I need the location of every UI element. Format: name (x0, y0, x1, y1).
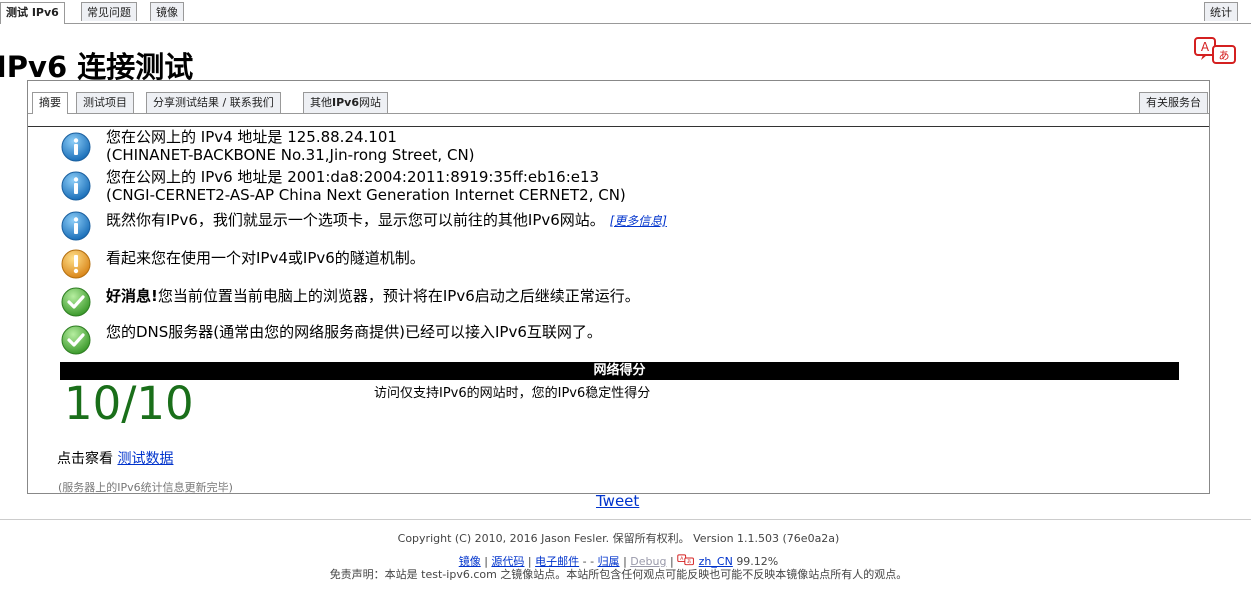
other-sites-message: 既然你有IPv6，我们就显示一个选项卡，显示您可以前往的其他IPv6网站。 (106, 211, 605, 229)
ipv6-address-text: 您在公网上的 IPv6 地址是 2001:da8:2004:2011:8919:… (106, 168, 600, 186)
tab-other-suffix: 网站 (358, 96, 381, 109)
result-other-sites: 既然你有IPv6，我们就显示一个选项卡，显示您可以前往的其他IPv6网站。 [更… (28, 211, 1209, 251)
tab-summary[interactable]: 摘要 (32, 92, 68, 114)
tunnel-text: 看起来您在使用一个对IPv4或IPv6的隧道机制。 (106, 249, 425, 267)
tab-test-ipv6[interactable]: 测试 IPv6 (0, 2, 65, 24)
tweet-link[interactable]: Tweet (596, 492, 639, 510)
good-news-text: 好消息!您当前位置当前电脑上的浏览器，预计将在IPv6启动之后继续正常运行。 (106, 287, 640, 305)
tab-share-results[interactable]: 分享测试结果 / 联系我们 (146, 92, 281, 113)
tab-other-ipv6-sites[interactable]: 其他IPv6网站 (303, 92, 388, 113)
good-news-label: 好消息! (106, 287, 158, 305)
tab-mirrors[interactable]: 镜像 (150, 2, 184, 21)
info-icon (61, 132, 91, 162)
good-news-message: 您当前位置当前电脑上的浏览器，预计将在IPv6启动之后继续正常运行。 (157, 287, 640, 305)
tab-stats[interactable]: 统计 (1204, 2, 1238, 21)
translate-icon[interactable]: A あ (677, 553, 695, 567)
inner-tab-divider (28, 113, 1209, 114)
svg-text:あ: あ (687, 559, 691, 565)
svg-text:A: A (1201, 40, 1210, 54)
ipv4-address-text: 您在公网上的 IPv4 地址是 125.88.24.101 (106, 128, 397, 146)
footer-divider (0, 519, 1251, 520)
score-description: 访问仅支持IPv6的网站时，您的IPv6稳定性得分 (374, 386, 651, 401)
translate-icon[interactable]: A あ (1193, 36, 1239, 66)
tab-help-desk[interactable]: 有关服务台 (1139, 92, 1208, 113)
ipv4-isp-text: (CHINANET-BACKBONE No.31,Jin-rong Street… (106, 146, 475, 164)
test-data-link[interactable]: 测试数据 (117, 451, 173, 467)
dns-text: 您的DNS服务器(通常由您的网络服务商提供)已经可以接入IPv6互联网了。 (106, 323, 602, 341)
info-icon (61, 171, 91, 201)
check-icon (61, 325, 91, 355)
more-info-link[interactable]: [更多信息] (610, 214, 667, 228)
result-ipv6: 您在公网上的 IPv6 地址是 2001:da8:2004:2011:8919:… (28, 168, 1209, 211)
click-data-prefix: 点击察看 (57, 451, 113, 467)
inner-content-divider (28, 126, 1209, 127)
tab-bar-divider (0, 23, 1251, 24)
tab-faq[interactable]: 常见问题 (81, 2, 137, 21)
warning-icon (61, 249, 91, 279)
tab-tests-run[interactable]: 测试项目 (76, 92, 134, 113)
result-tunnel: 看起来您在使用一个对IPv4或IPv6的隧道机制。 (28, 249, 1209, 289)
server-status: (服务器上的IPv6统计信息更新完毕) (58, 481, 233, 494)
tab-other-prefix: 其他 (310, 96, 332, 109)
ipv6-isp-text: (CNGI-CERNET2-AS-AP China Next Generatio… (106, 186, 626, 204)
main-panel: 摘要 测试项目 分享测试结果 / 联系我们 其他IPv6网站 有关服务台 您在公… (27, 80, 1210, 494)
other-sites-text: 既然你有IPv6，我们就显示一个选项卡，显示您可以前往的其他IPv6网站。 [更… (106, 211, 667, 230)
disclaimer: 免责声明：本站是 test-ipv6.com 之镜像站点。本站所包含任何观点可能… (329, 568, 908, 581)
score-value: 10/10 (64, 377, 194, 430)
result-ipv4: 您在公网上的 IPv4 地址是 125.88.24.101 (CHINANET-… (28, 128, 1209, 171)
result-good-news: 好消息!您当前位置当前电脑上的浏览器，预计将在IPv6启动之后继续正常运行。 (28, 287, 1209, 327)
click-data: 点击察看 测试数据 (57, 448, 173, 468)
info-icon (61, 211, 91, 241)
svg-text:あ: あ (1219, 49, 1230, 62)
result-dns: 您的DNS服务器(通常由您的网络服务商提供)已经可以接入IPv6互联网了。 (28, 323, 1209, 365)
check-icon (61, 287, 91, 317)
tab-other-bold: IPv6 (332, 96, 359, 109)
score-header: 网络得分 (60, 362, 1179, 380)
copyright: Copyright (C) 2010, 2016 Jason Fesler. 保… (397, 532, 840, 545)
